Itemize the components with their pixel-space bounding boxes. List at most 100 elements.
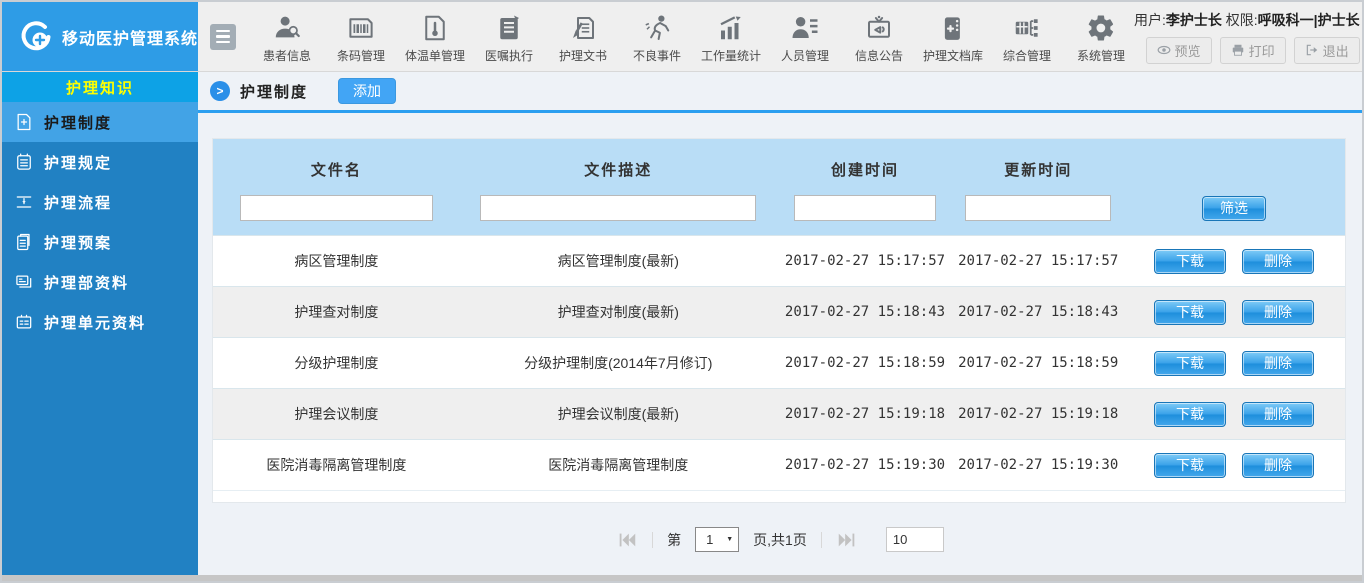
barcode-icon [346, 13, 376, 43]
sidebar-item-nursing-unit-files[interactable]: 护理单元资料 [2, 302, 198, 342]
page-select[interactable]: 1 ▼ [695, 527, 739, 552]
cell-filename: 护理会议制度 [213, 404, 460, 424]
preview-label: 预览 [1175, 41, 1201, 60]
toolbar-item-label: 体温单管理 [405, 47, 465, 64]
sidebar-item-nursing-regulations[interactable]: 护理规定 [2, 142, 198, 182]
sidebar: 护理知识 护理制度 护理规定 护理流程 护理预案 护理部资料 [2, 72, 198, 575]
cell-created: 2017-02-27 15:17:57 [777, 253, 954, 269]
menu-toggle-button[interactable] [210, 24, 236, 50]
patient-info-icon [272, 13, 302, 43]
toolbar-item-label: 患者信息 [263, 47, 311, 64]
sidebar-item-nursing-process[interactable]: 护理流程 [2, 182, 198, 222]
page-suffix-label: 页,共1页 [753, 530, 807, 550]
sidebar-item-label: 护理单元资料 [44, 312, 146, 333]
toolbar-item-label: 不良事件 [633, 47, 681, 64]
cell-filename: 病区管理制度 [213, 251, 460, 271]
toolbar-item-label: 综合管理 [1003, 47, 1051, 64]
cell-created: 2017-02-27 15:19:18 [777, 406, 954, 422]
download-button[interactable]: 下载 [1154, 300, 1226, 325]
sidebar-item-nursing-institution[interactable]: 护理制度 [2, 102, 198, 142]
toolbar-item-label: 护理文档库 [923, 47, 983, 64]
toolbar-item-workload[interactable]: 工作量统计 [698, 9, 764, 64]
add-button[interactable]: 添加 [338, 78, 396, 104]
document-plus-icon [14, 112, 34, 132]
sidebar-item-label: 护理流程 [44, 192, 112, 213]
print-button[interactable]: 打印 [1220, 37, 1286, 64]
download-button[interactable]: 下载 [1154, 453, 1226, 478]
cell-created: 2017-02-27 15:18:43 [777, 304, 954, 320]
filter-inputs-row: 筛选 [213, 195, 1345, 235]
delete-button[interactable]: 删除 [1242, 402, 1314, 427]
app-window: 移动医护管理系统 患者信息 条码管理 体温单管理 医嘱 [0, 0, 1364, 583]
cell-description: 医院消毒隔离管理制度 [460, 455, 777, 475]
cell-description: 护理查对制度(最新) [460, 302, 777, 322]
updated-time-filter-input[interactable] [965, 195, 1111, 221]
page-title: 护理制度 [240, 81, 308, 102]
delete-button[interactable]: 删除 [1242, 351, 1314, 376]
download-button[interactable]: 下载 [1154, 402, 1226, 427]
toolbar-item-label: 护理文书 [559, 47, 607, 64]
sidebar-item-label: 护理预案 [44, 232, 112, 253]
logout-button[interactable]: 退出 [1294, 37, 1360, 64]
sidebar-item-nursing-dept-files[interactable]: 护理部资料 [2, 262, 198, 302]
delete-button[interactable]: 删除 [1242, 453, 1314, 478]
sidebar-item-label: 护理规定 [44, 152, 112, 173]
toolbar-item-bulletin[interactable]: 信息公告 [846, 9, 912, 64]
logout-icon [1305, 43, 1319, 57]
column-header-created: 创建时间 [777, 159, 954, 180]
medical-orders-icon [494, 13, 524, 43]
clipboard-icon [14, 232, 34, 252]
accent-divider [198, 110, 1362, 113]
window-bottom-edge [2, 575, 1362, 581]
table-filter-header: 文件名 文件描述 创建时间 更新时间 筛选 [213, 139, 1345, 235]
toolbar-item-barcode[interactable]: 条码管理 [328, 9, 394, 64]
toolbar-item-label: 人员管理 [781, 47, 829, 64]
system-settings-icon [1086, 13, 1116, 43]
workload-stats-icon [716, 13, 746, 43]
page-size-input[interactable] [886, 527, 944, 552]
table-row: 医院消毒隔离管理制度 医院消毒隔离管理制度 2017-02-27 15:19:3… [213, 439, 1345, 490]
cell-description: 病区管理制度(最新) [460, 251, 777, 271]
filter-button[interactable]: 筛选 [1202, 196, 1266, 221]
first-page-icon[interactable] [616, 529, 638, 551]
description-filter-input[interactable] [480, 195, 756, 221]
toolbar-item-label: 医嘱执行 [485, 47, 533, 64]
delete-button[interactable]: 删除 [1242, 249, 1314, 274]
toolbar-item-orders[interactable]: 医嘱执行 [476, 9, 542, 64]
page-prefix-label: 第 [667, 530, 681, 550]
row-actions: 下载 删除 [1123, 249, 1345, 274]
toolbar-item-doc-library[interactable]: 护理文档库 [920, 9, 986, 64]
printer-icon [1231, 43, 1245, 57]
cell-filename: 医院消毒隔离管理制度 [213, 455, 460, 475]
cell-description: 分级护理制度(2014年7月修订) [460, 353, 777, 373]
user-name: 李护士长 [1166, 12, 1222, 28]
pagination-divider [652, 532, 653, 548]
toolbar-item-system[interactable]: 系统管理 [1068, 9, 1134, 64]
cell-created: 2017-02-27 15:19:30 [777, 457, 954, 473]
toolbar-item-temperature[interactable]: 体温单管理 [402, 9, 468, 64]
row-actions: 下载 删除 [1123, 402, 1345, 427]
filename-filter-input[interactable] [240, 195, 432, 221]
user-info: 用户:李护士长 权限:呼吸科一|护士长 [1134, 10, 1360, 30]
toolbar-item-adverse-events[interactable]: 不良事件 [624, 9, 690, 64]
last-page-icon[interactable] [836, 529, 858, 551]
sidebar-item-nursing-plan[interactable]: 护理预案 [2, 222, 198, 262]
flow-icon [14, 192, 34, 212]
toolbar-item-nursing-docs[interactable]: 护理文书 [550, 9, 616, 64]
cell-updated: 2017-02-27 15:18:59 [953, 355, 1123, 371]
toolbar-item-patient-info[interactable]: 患者信息 [254, 9, 320, 64]
preview-button[interactable]: 预览 [1146, 37, 1212, 64]
table-row: 病区管理制度 病区管理制度(最新) 2017-02-27 15:17:57 20… [213, 235, 1345, 286]
delete-button[interactable]: 删除 [1242, 300, 1314, 325]
download-button[interactable]: 下载 [1154, 249, 1226, 274]
toolbar-item-comprehensive[interactable]: 综合管理 [994, 9, 1060, 64]
created-time-filter-input[interactable] [794, 195, 935, 221]
toolbar-item-personnel[interactable]: 人员管理 [772, 9, 838, 64]
app-logo: 移动医护管理系统 [2, 2, 198, 71]
main-content: > 护理制度 添加 文件名 文件描述 创建时间 更新时间 [198, 72, 1362, 575]
download-button[interactable]: 下载 [1154, 351, 1226, 376]
user-label: 用户: [1134, 12, 1166, 28]
row-actions: 下载 删除 [1123, 300, 1345, 325]
top-bar-right: 患者信息 条码管理 体温单管理 医嘱执行 护理文书 [198, 2, 1364, 71]
cell-updated: 2017-02-27 15:17:57 [953, 253, 1123, 269]
